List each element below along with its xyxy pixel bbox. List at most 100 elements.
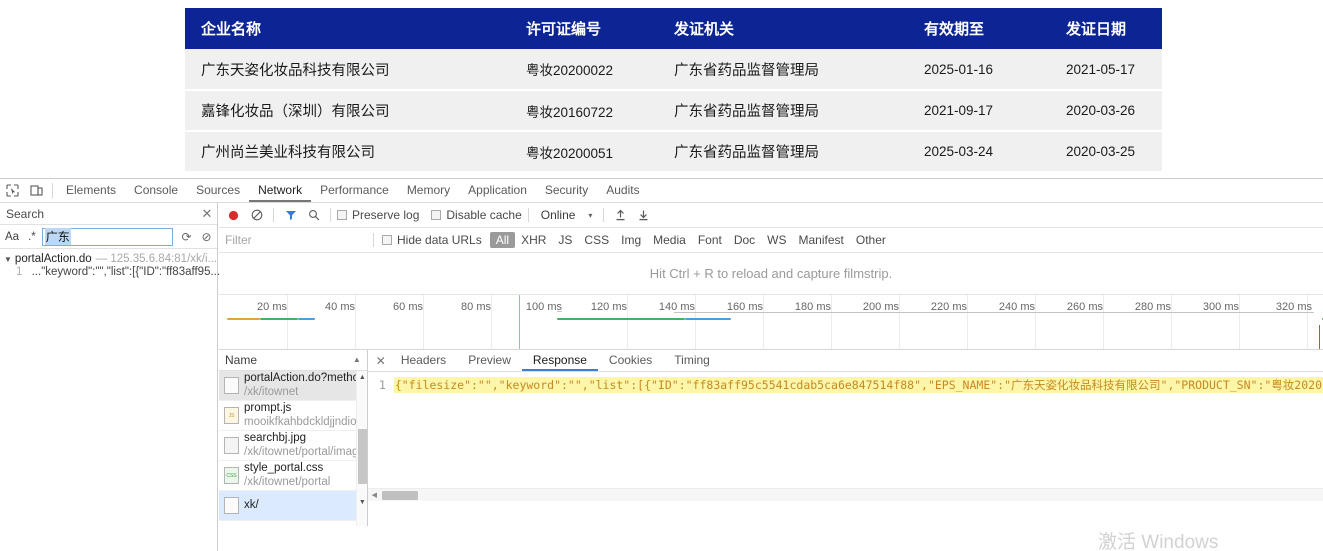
search-result-match-row[interactable]: 1 ..."keyword":"","list":[{"ID":"ff83aff… [16, 266, 220, 278]
filter-type-other[interactable]: Other [850, 232, 892, 248]
js-file-icon: JS [224, 407, 239, 424]
search-drawer-title: Search [6, 206, 45, 221]
tab-console[interactable]: Console [125, 179, 187, 202]
toolbar-divider [603, 208, 605, 222]
response-body-viewer[interactable]: 1 {"filesize":"","keyword":"","list":[{"… [367, 372, 1323, 502]
tab-sources[interactable]: Sources [187, 179, 249, 202]
request-row-styleportal[interactable]: CSS style_portal.css /xk/itownet/portal [219, 461, 367, 491]
request-row-portalaction[interactable]: portalAction.do?metho.. /xk/itownet [219, 371, 367, 401]
scrollbar-thumb[interactable] [381, 490, 418, 500]
license-results-table: 企业名称 许可证编号 发证机关 有效期至 发证日期 广东天姿化妆品科技有限公司 … [185, 8, 1162, 173]
search-icon[interactable] [303, 205, 324, 226]
overview-bar-dns [227, 318, 260, 320]
filter-type-media[interactable]: Media [647, 232, 692, 248]
request-row-promptjs[interactable]: JS prompt.js mooikfkahbdckldjjndioa [219, 401, 367, 431]
network-panel: Preserve log Disable cache Online ▾ Filt… [219, 203, 1323, 551]
network-overview-timeline[interactable]: 20 ms 40 ms 60 ms 80 ms 100 ms 120 ms 14… [219, 295, 1323, 350]
filter-type-all[interactable]: All [489, 232, 516, 248]
tab-application[interactable]: Application [459, 179, 536, 202]
tab-timing[interactable]: Timing [663, 350, 721, 371]
filter-type-css[interactable]: CSS [578, 232, 615, 248]
scroll-up-icon[interactable]: ▲ [357, 371, 368, 383]
request-path: /xk/itownet [244, 385, 299, 398]
request-detail-pane: ✕ Headers Preview Response Cookies Timin… [367, 350, 1323, 526]
filter-type-doc[interactable]: Doc [728, 232, 761, 248]
refresh-icon[interactable]: ⟳ [178, 230, 195, 244]
tab-cookies[interactable]: Cookies [598, 350, 663, 371]
tab-response[interactable]: Response [521, 350, 598, 371]
filter-icon[interactable] [280, 205, 301, 226]
request-name: style_portal.css [244, 462, 324, 475]
request-list-scrollbar[interactable]: ▲ ▼ [355, 371, 368, 526]
hide-data-urls-checkbox[interactable]: Hide data URLs [382, 233, 482, 247]
tab-memory[interactable]: Memory [398, 179, 459, 202]
close-icon[interactable]: ✕ [372, 354, 390, 368]
toolbar-divider [273, 208, 274, 222]
timeline-divider-load [519, 295, 520, 349]
chevron-down-icon[interactable]: ▾ [583, 211, 597, 220]
table-row[interactable]: 嘉锋化妆品（深圳）有限公司 粤妆20160722 广东省药品监督管理局 2021… [185, 90, 1162, 132]
column-header-valid-until: 有效期至 [908, 8, 1050, 49]
clear-icon[interactable] [246, 205, 267, 226]
disable-cache-checkbox[interactable]: Disable cache [431, 208, 522, 222]
table-header-row: 企业名称 许可证编号 发证机关 有效期至 发证日期 [185, 8, 1162, 49]
tab-headers[interactable]: Headers [390, 350, 457, 371]
filter-type-manifest[interactable]: Manifest [793, 232, 850, 248]
tab-security[interactable]: Security [536, 179, 597, 202]
search-result-file-row[interactable]: ▼ portalAction.do — 125.35.6.84:81/xk/i.… [4, 253, 217, 265]
tab-elements[interactable]: Elements [57, 179, 125, 202]
preserve-log-checkbox[interactable]: Preserve log [337, 208, 419, 222]
network-body: Name ▲ portalAction.do?metho.. /xk/itown… [219, 350, 1323, 526]
request-list-header[interactable]: Name ▲ [219, 350, 367, 371]
filter-input[interactable]: Filter [225, 231, 365, 249]
regex-toggle[interactable]: .* [25, 231, 39, 243]
import-har-icon[interactable] [610, 205, 631, 226]
response-horizontal-scrollbar[interactable]: ◀ [367, 488, 1323, 501]
timeline-tick-label: 40 ms [325, 301, 355, 313]
toggle-device-toolbar-icon[interactable] [24, 180, 48, 202]
filter-type-font[interactable]: Font [692, 232, 728, 248]
cell-authority: 广东省药品监督管理局 [658, 49, 908, 91]
network-toolbar: Preserve log Disable cache Online ▾ [219, 203, 1323, 228]
close-icon[interactable]: ✕ [197, 206, 217, 222]
clear-search-icon[interactable]: ⊘ [198, 230, 215, 244]
table-row[interactable]: 广州尚兰美业科技有限公司 粤妆20200051 广东省药品监督管理局 2025-… [185, 131, 1162, 173]
export-har-icon[interactable] [633, 205, 654, 226]
filter-type-ws[interactable]: WS [761, 232, 792, 248]
checkbox-box [431, 210, 442, 220]
request-row-xk[interactable]: xk/ [219, 491, 367, 521]
overview-connection-line [557, 311, 562, 312]
search-results-list: ▼ portalAction.do — 125.35.6.84:81/xk/i.… [0, 249, 220, 278]
scrollbar-thumb[interactable] [357, 429, 367, 484]
toolbar-divider [330, 208, 331, 222]
filter-type-xhr[interactable]: XHR [515, 232, 552, 248]
scroll-down-icon[interactable]: ▼ [357, 496, 368, 508]
checkbox-box [382, 235, 392, 245]
search-result-line-no: 1 [16, 266, 23, 278]
filmstrip-hint: Hit Ctrl + R to reload and capture films… [219, 253, 1323, 295]
request-row-searchbj[interactable]: searchbj.jpg /xk/itownet/portal/imag [219, 431, 367, 461]
cell-valid-until: 2021-09-17 [908, 90, 1050, 132]
chevron-down-icon[interactable]: ▼ [4, 255, 12, 264]
disable-cache-label: Disable cache [446, 208, 522, 222]
inspect-element-icon[interactable] [0, 180, 24, 202]
filterbar-divider [373, 233, 374, 247]
search-input[interactable]: 广东 [41, 227, 173, 246]
column-header-name: Name [225, 353, 258, 367]
scroll-left-icon[interactable]: ◀ [368, 491, 381, 499]
tab-preview[interactable]: Preview [457, 350, 522, 371]
filter-type-js[interactable]: JS [552, 232, 578, 248]
tab-network[interactable]: Network [249, 179, 312, 202]
throttling-select[interactable]: Online [535, 208, 582, 222]
tab-performance[interactable]: Performance [311, 179, 398, 202]
filter-type-img[interactable]: Img [615, 232, 647, 248]
cell-license-no: 粤妆20200022 [510, 49, 658, 91]
match-case-toggle[interactable]: Aa [2, 231, 22, 243]
cell-enterprise-name: 广州尚兰美业科技有限公司 [185, 131, 510, 173]
table-row[interactable]: 广东天姿化妆品科技有限公司 粤妆20200022 广东省药品监督管理局 2025… [185, 49, 1162, 91]
search-drawer: Search ✕ Aa .* 广东 ⟳ ⊘ ▼ portalAction.do … [0, 203, 220, 551]
sort-ascending-icon[interactable]: ▲ [353, 355, 361, 364]
tab-audits[interactable]: Audits [597, 179, 648, 202]
record-icon[interactable] [223, 205, 244, 226]
filter-input-placeholder: Filter [225, 233, 252, 247]
